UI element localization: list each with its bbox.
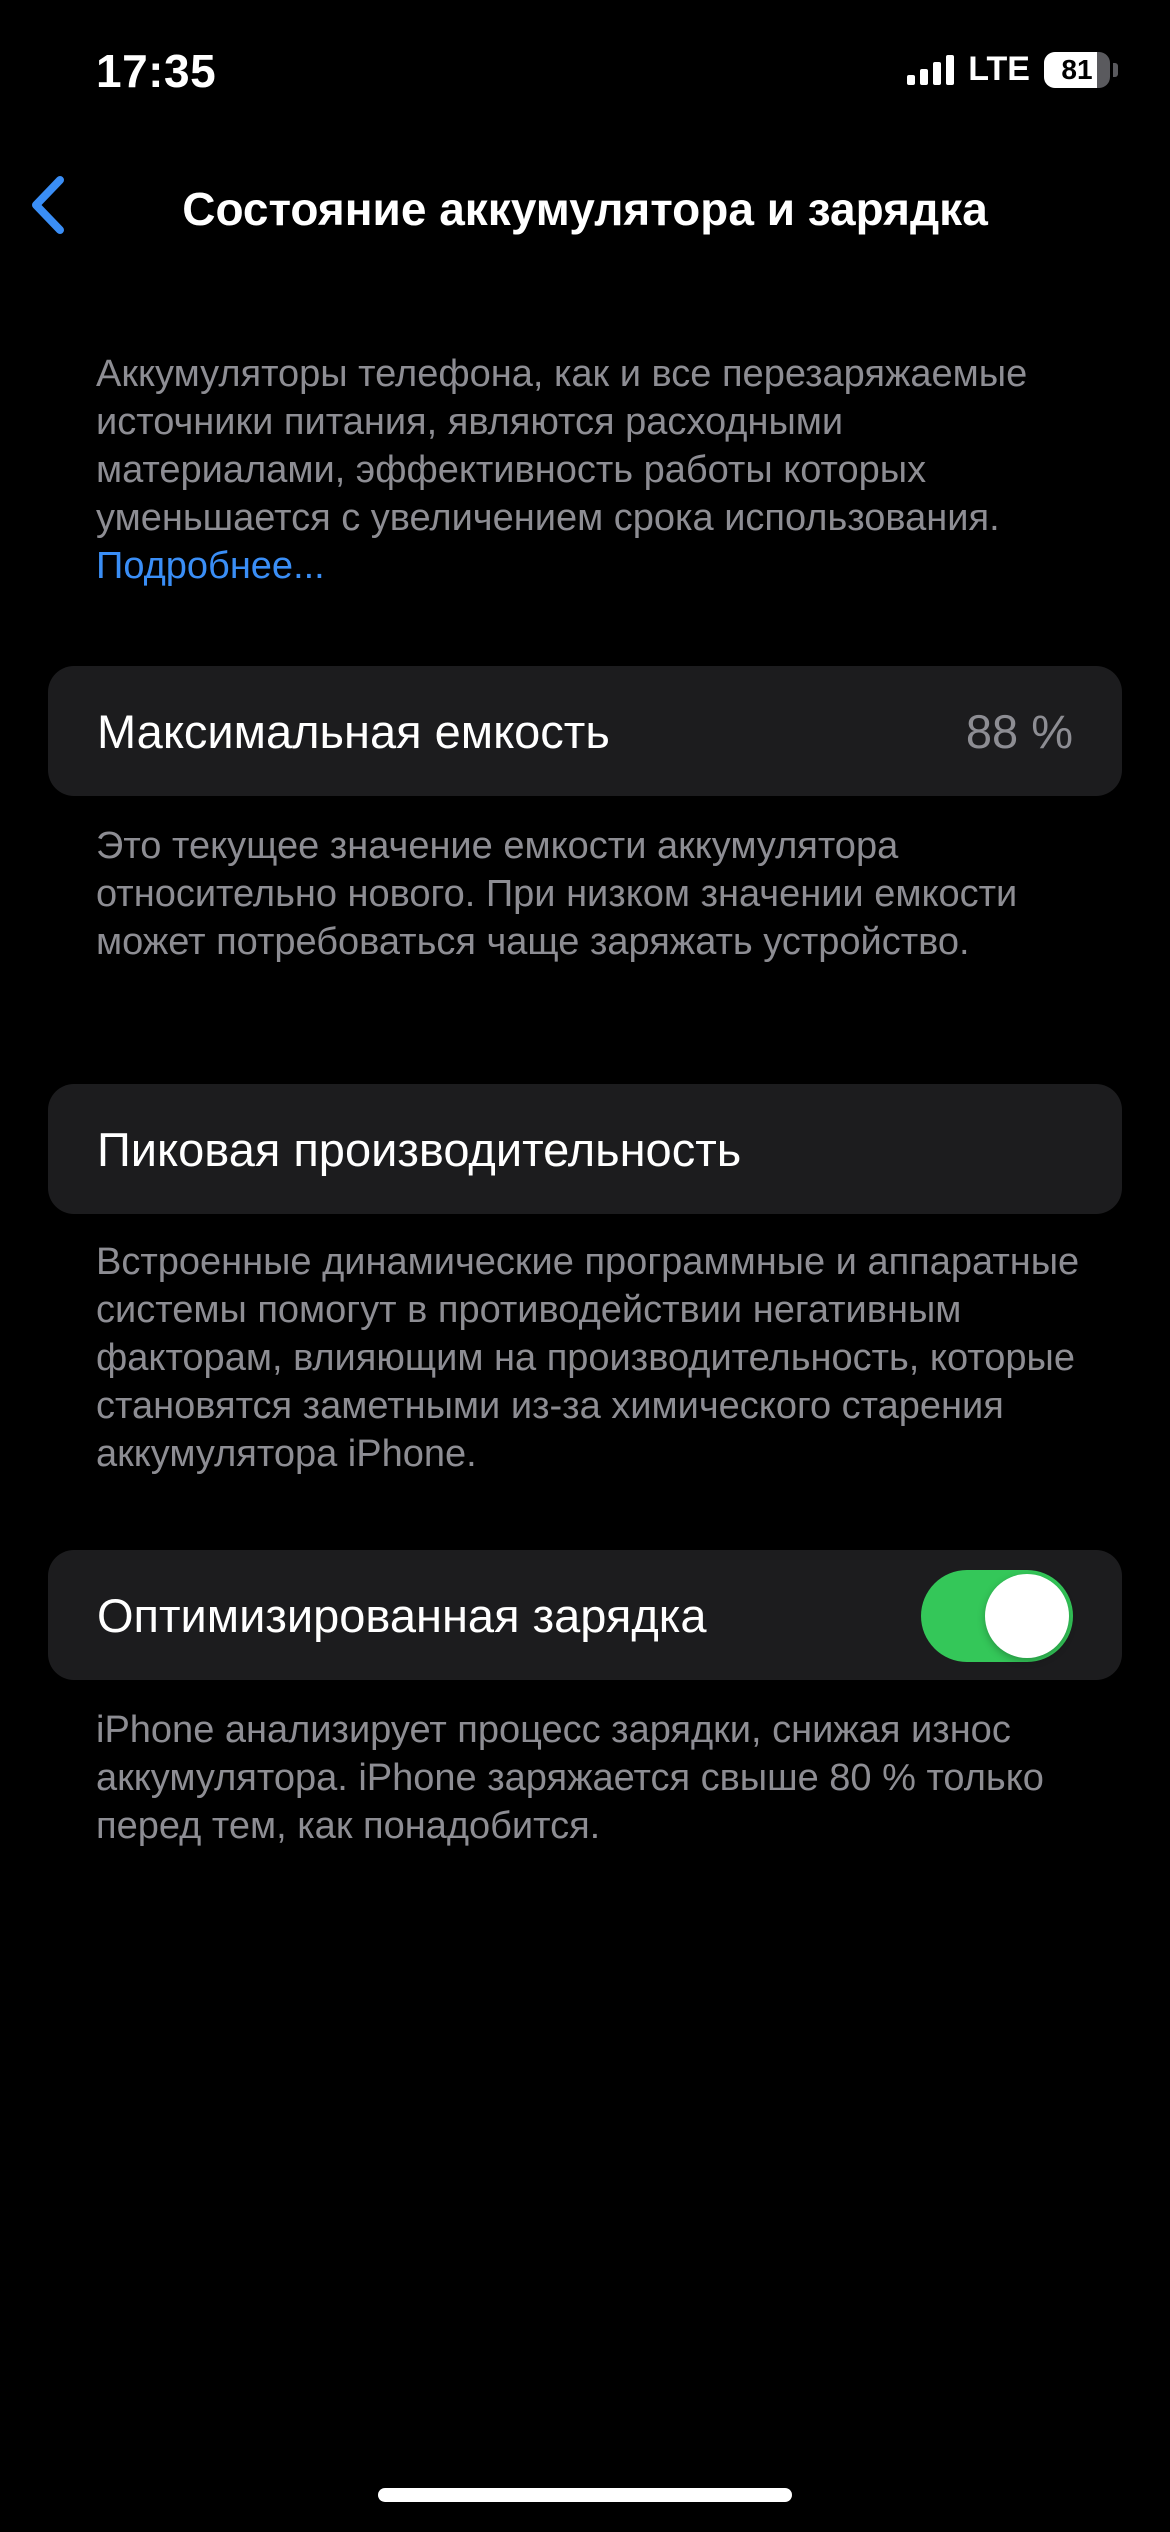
peak-performance-footer: Встроенные динамические программные и ап… bbox=[96, 1241, 1080, 1475]
cellular-signal-icon bbox=[907, 54, 955, 85]
navigation-bar: Состояние аккумулятора и зарядка bbox=[0, 160, 1170, 250]
learn-more-link[interactable]: Подробнее... bbox=[96, 545, 325, 587]
page-title: Состояние аккумулятора и зарядка bbox=[182, 183, 988, 235]
status-time: 17:35 bbox=[96, 45, 217, 97]
intro-description: Аккумуляторы телефона, как и все перезар… bbox=[96, 353, 1028, 539]
peak-performance-row: Пиковая производительность bbox=[48, 1084, 1122, 1214]
status-bar: 17:35 LTE 81 bbox=[0, 0, 1170, 140]
optimized-charging-footer: iPhone анализирует процесс зарядки, сниж… bbox=[96, 1709, 1044, 1847]
network-type: LTE bbox=[968, 50, 1030, 88]
battery-percent: 81 bbox=[1061, 53, 1093, 85]
optimized-charging-label: Оптимизированная зарядка bbox=[97, 1588, 707, 1642]
peak-performance-label: Пиковая производительность bbox=[97, 1122, 742, 1176]
max-capacity-value: 88 % bbox=[965, 704, 1073, 758]
home-indicator[interactable] bbox=[378, 2488, 792, 2502]
optimized-charging-row: Оптимизированная зарядка bbox=[48, 1550, 1122, 1680]
status-indicators: LTE 81 bbox=[907, 50, 1118, 89]
max-capacity-label: Максимальная емкость bbox=[97, 704, 610, 758]
toggle-knob bbox=[985, 1574, 1069, 1658]
optimized-charging-toggle[interactable] bbox=[921, 1570, 1073, 1662]
max-capacity-footer: Это текущее значение емкости аккумулятор… bbox=[96, 825, 1018, 963]
battery-icon: 81 bbox=[1044, 51, 1118, 88]
max-capacity-row: Максимальная емкость 88 % bbox=[48, 666, 1122, 796]
intro-text-block: Аккумуляторы телефона, как и все перезар… bbox=[96, 350, 1086, 590]
